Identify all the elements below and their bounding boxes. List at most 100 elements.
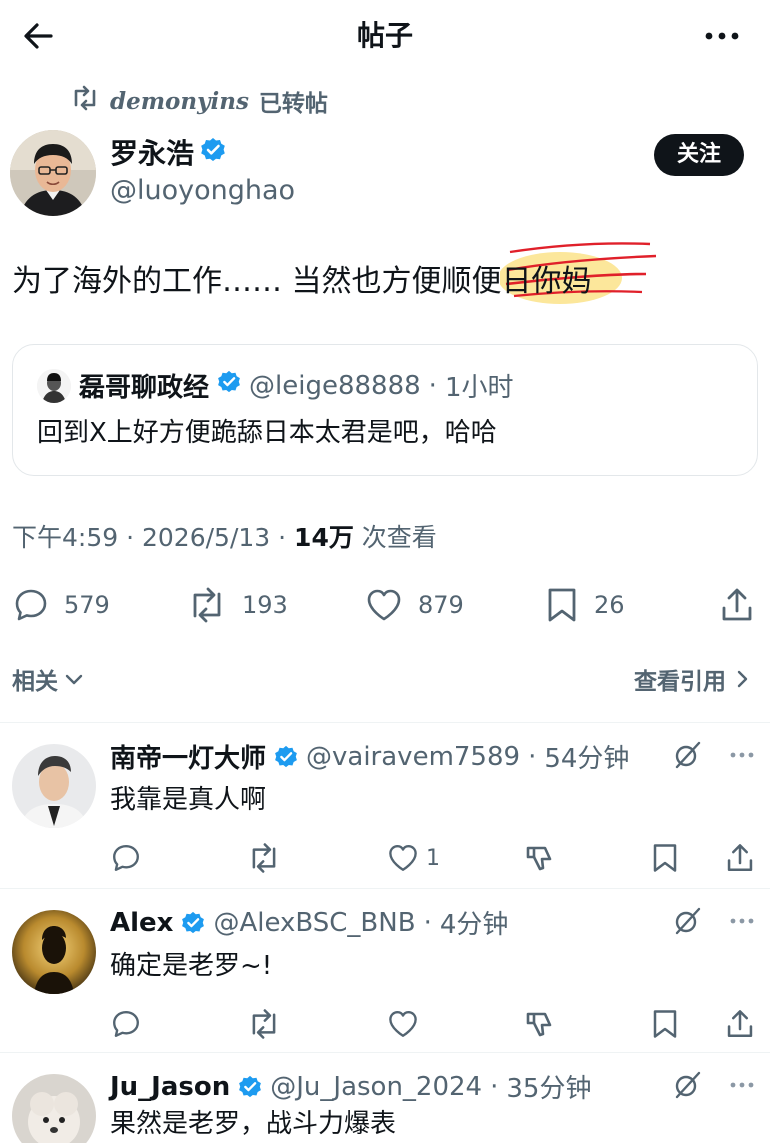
like-button[interactable]: 879 (364, 580, 464, 630)
grok-icon[interactable] (672, 1070, 702, 1100)
reply-button[interactable] (110, 1004, 142, 1044)
view-count-label: 次查看 (361, 523, 437, 552)
sort-label: 相关 (12, 669, 58, 695)
post-date: 2026/5/13 (142, 523, 271, 552)
divider (0, 1052, 770, 1053)
quoted-author-avatar (37, 368, 71, 403)
more-options-icon[interactable] (702, 16, 742, 56)
view-quotes-link[interactable]: 查看引用 (634, 662, 752, 696)
repost-icon (193, 587, 221, 623)
sort-relevant-dropdown[interactable]: 相关 (12, 662, 84, 696)
reply-header: 南帝一灯大师 @vairavem7589 · 54分钟 (110, 738, 629, 775)
separator-dot: · (428, 370, 437, 401)
verified-badge-icon (275, 745, 297, 767)
author-name-row[interactable]: 罗永浩 (110, 136, 226, 172)
share-button[interactable] (724, 1004, 756, 1044)
quoted-post-text: 回到X上好方便跪舔日本太君是吧，哈哈 (37, 418, 497, 448)
reply-top-icons (672, 740, 756, 770)
reply-author-name[interactable]: Ju_Jason (110, 1072, 230, 1102)
reply-icon (113, 1011, 139, 1037)
grok-icon[interactable] (672, 740, 702, 770)
divider (0, 888, 770, 889)
reply-actions (0, 1004, 770, 1044)
reply-icon (15, 589, 47, 621)
share-icon (722, 588, 752, 621)
page-title: 帖子 (356, 19, 413, 52)
separator-dot: · (126, 523, 135, 552)
post-author: 罗永浩 @luoyonghao 关注 (10, 128, 760, 218)
more-options-icon[interactable] (728, 1071, 756, 1099)
reply-top-icons (672, 906, 756, 936)
grok-icon[interactable] (672, 906, 702, 936)
reply-actions: 1 (0, 838, 770, 878)
separator-dot: · (278, 523, 287, 552)
reply-author-name[interactable]: Alex (110, 908, 173, 938)
share-button[interactable] (718, 580, 756, 630)
reply-avatar[interactable] (12, 744, 96, 828)
reply-author-handle[interactable]: @Ju_Jason_2024 (270, 1072, 482, 1102)
post-time: 下午4:59 (12, 523, 119, 552)
quoted-post-header: 磊哥聊政经 @leige88888 · 1小时 (37, 367, 513, 404)
author-avatar[interactable] (10, 130, 96, 216)
bookmark-button[interactable]: 26 (544, 580, 625, 630)
divider (0, 722, 770, 723)
share-icon (727, 844, 753, 872)
dislike-button[interactable] (524, 1004, 556, 1044)
more-options-icon[interactable] (728, 741, 756, 769)
reply-time: 54分钟 (544, 744, 630, 774)
chevron-right-icon (737, 670, 748, 688)
quoted-post-time: 1小时 (444, 373, 514, 403)
reply-item[interactable]: Alex @AlexBSC_BNB · 4分钟 确定是老罗~! (0, 890, 770, 1054)
repost-button[interactable] (246, 838, 282, 878)
heart-icon (389, 845, 417, 871)
reply-avatar[interactable] (12, 1074, 96, 1143)
view-quotes-label: 查看引用 (634, 669, 726, 695)
reply-text: 我靠是真人啊 (110, 785, 267, 815)
thumbs-down-icon (526, 846, 552, 871)
like-button[interactable] (386, 1004, 420, 1044)
heart-icon (367, 589, 401, 621)
author-handle[interactable]: @luoyonghao (110, 174, 295, 208)
reply-author-handle[interactable]: @AlexBSC_BNB (213, 908, 415, 938)
bookmark-button[interactable] (650, 1004, 680, 1044)
separator-dot: · (490, 1071, 499, 1102)
reply-item[interactable]: 南帝一灯大师 @vairavem7589 · 54分钟 我靠是真人啊 1 (0, 724, 770, 888)
repost-icon (252, 1009, 276, 1039)
follow-button[interactable]: 关注 (654, 134, 744, 176)
repost-user[interactable]: demonyins (110, 88, 249, 115)
reply-author-name[interactable]: 南帝一灯大师 (110, 738, 266, 775)
reply-text: 果然是老罗，战斗力爆表 (110, 1109, 397, 1139)
reply-item[interactable]: Ju_Jason @Ju_Jason_2024 · 35分钟 果然是老罗，战斗力… (0, 1054, 770, 1143)
reply-time: 4分钟 (439, 910, 509, 940)
author-name[interactable]: 罗永浩 (110, 136, 194, 172)
repost-icon (252, 843, 276, 873)
thumbs-down-icon (526, 1012, 552, 1037)
bookmark-button[interactable] (650, 838, 680, 878)
repost-count: 193 (242, 591, 288, 619)
share-button[interactable] (724, 838, 756, 878)
reply-author-handle[interactable]: @vairavem7589 (306, 742, 520, 772)
reply-time: 35分钟 (506, 1074, 592, 1104)
post-actions: 579 193 879 26 (0, 580, 770, 630)
quoted-author-handle: @leige88888 (249, 370, 421, 401)
reply-button[interactable]: 579 (12, 580, 110, 630)
repost-icon (70, 85, 100, 117)
reply-button[interactable] (110, 838, 142, 878)
separator-dot: · (528, 741, 537, 772)
separator-dot: · (423, 907, 432, 938)
reply-count: 579 (64, 591, 110, 619)
quoted-post-card[interactable]: 磊哥聊政经 @leige88888 · 1小时 回到X上好方便跪舔日本太君是吧，… (12, 344, 758, 476)
verified-badge-icon (217, 370, 241, 401)
view-count[interactable]: 14万 (294, 523, 354, 552)
more-options-icon[interactable] (728, 907, 756, 935)
bookmark-icon (548, 588, 576, 622)
repost-indicator: demonyins 已转帖 (70, 84, 328, 118)
reply-avatar[interactable] (12, 910, 96, 994)
like-button[interactable]: 1 (386, 838, 440, 878)
dislike-button[interactable] (524, 838, 556, 878)
bookmark-count: 26 (594, 591, 625, 619)
share-icon (727, 1010, 753, 1038)
repost-button[interactable]: 193 (186, 580, 288, 630)
repost-button[interactable] (246, 1004, 282, 1044)
reply-icon (113, 845, 139, 871)
